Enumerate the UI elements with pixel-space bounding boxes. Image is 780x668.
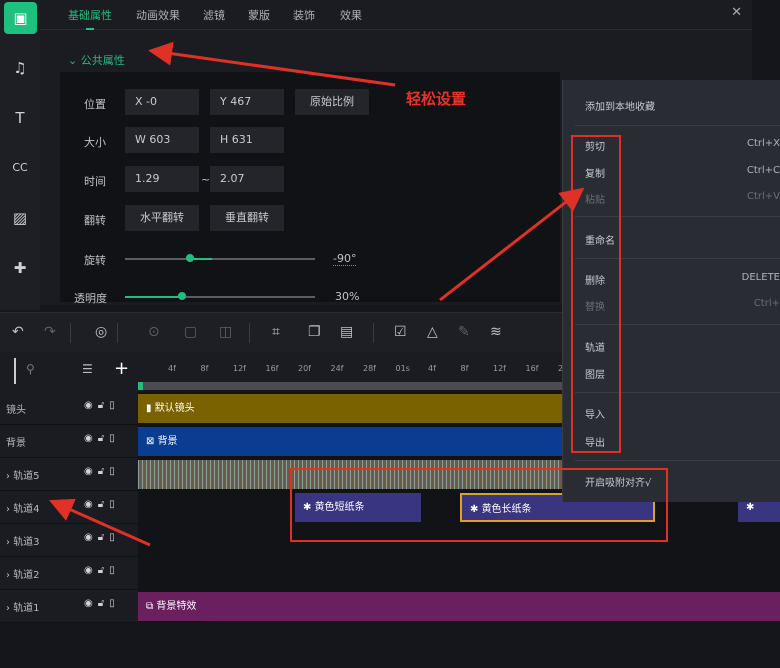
annotation-arrows	[49, 41, 585, 547]
